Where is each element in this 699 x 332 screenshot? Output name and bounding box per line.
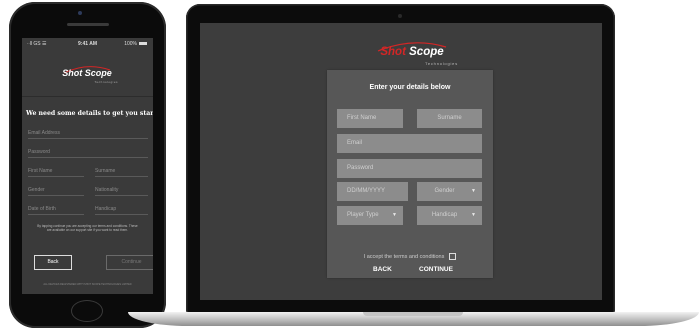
player-type-select[interactable]: Player Type ▼	[337, 206, 403, 225]
logo-text: Shot Scope	[62, 68, 112, 78]
phone-screen: ∙∙ll GS ☰ 9:41 AM 100% Shot Scope Techno…	[22, 38, 153, 294]
laptop-lid: Shot Scope Technologies Enter your detai…	[186, 4, 615, 314]
terms-row: I accept the terms and conditions	[327, 253, 493, 260]
battery-icon	[139, 42, 147, 46]
handicap-field[interactable]: Handicap	[95, 204, 148, 215]
password-input[interactable]: Password	[337, 159, 482, 178]
laptop-notch	[363, 312, 463, 316]
page-heading: We need some details to get you started	[26, 110, 153, 117]
caret-down-icon: ▼	[471, 212, 476, 218]
laptop-camera	[398, 14, 402, 18]
dob-field[interactable]: Date of Birth	[28, 204, 84, 215]
laptop-base	[128, 312, 699, 326]
terms-label: I accept the terms and conditions	[363, 253, 445, 260]
nationality-field[interactable]: Nationality	[95, 185, 148, 196]
status-bar: ∙∙ll GS ☰ 9:41 AM 100%	[22, 41, 153, 49]
caret-down-icon: ▼	[471, 188, 476, 194]
divider	[22, 96, 153, 97]
logo-text: Shot Scope	[380, 46, 444, 58]
home-button[interactable]	[71, 300, 103, 322]
details-form: Enter your details below First Name Surn…	[327, 70, 493, 278]
logo-subtext: Technologies	[94, 80, 118, 84]
surname-input[interactable]: Surname	[417, 109, 482, 128]
caret-down-icon: ▼	[392, 212, 397, 218]
continue-button[interactable]: CONTINUE	[419, 266, 453, 273]
laptop-screen: Shot Scope Technologies Enter your detai…	[200, 23, 602, 300]
gender-select[interactable]: Gender ▼	[417, 182, 482, 201]
phone-speaker	[67, 23, 109, 26]
form-title: Enter your details below	[369, 84, 451, 91]
email-field[interactable]: Email Address	[28, 128, 148, 139]
password-field[interactable]: Password	[28, 147, 148, 158]
email-input[interactable]: Email	[337, 134, 482, 153]
first-name-input[interactable]: First Name	[337, 109, 403, 128]
continue-button[interactable]: Continue	[106, 255, 153, 270]
phone-camera	[78, 11, 82, 15]
shot-scope-logo: Shot Scope Technologies	[52, 62, 122, 88]
back-button[interactable]: Back	[34, 255, 72, 270]
logo-subtext: Technologies	[425, 61, 458, 66]
surname-field[interactable]: Surname	[95, 166, 148, 177]
footer-text: ALL DEVICES REGISTERED WITH SHOT SCOPE T…	[43, 283, 132, 286]
battery-indicator: 100%	[124, 41, 147, 47]
shot-scope-logo: Shot Scope Technologies	[360, 39, 464, 67]
back-button[interactable]: BACK	[373, 266, 392, 273]
handicap-select[interactable]: Handicap ▼	[417, 206, 482, 225]
gender-field[interactable]: Gender	[28, 185, 84, 196]
first-name-field[interactable]: First Name	[28, 166, 84, 177]
phone-device: ∙∙ll GS ☰ 9:41 AM 100% Shot Scope Techno…	[9, 2, 166, 328]
legal-text: By tapping continue you are accepting ou…	[37, 224, 138, 233]
dob-input[interactable]: DD/MM/YYYY	[337, 182, 408, 201]
terms-checkbox[interactable]	[449, 253, 457, 260]
